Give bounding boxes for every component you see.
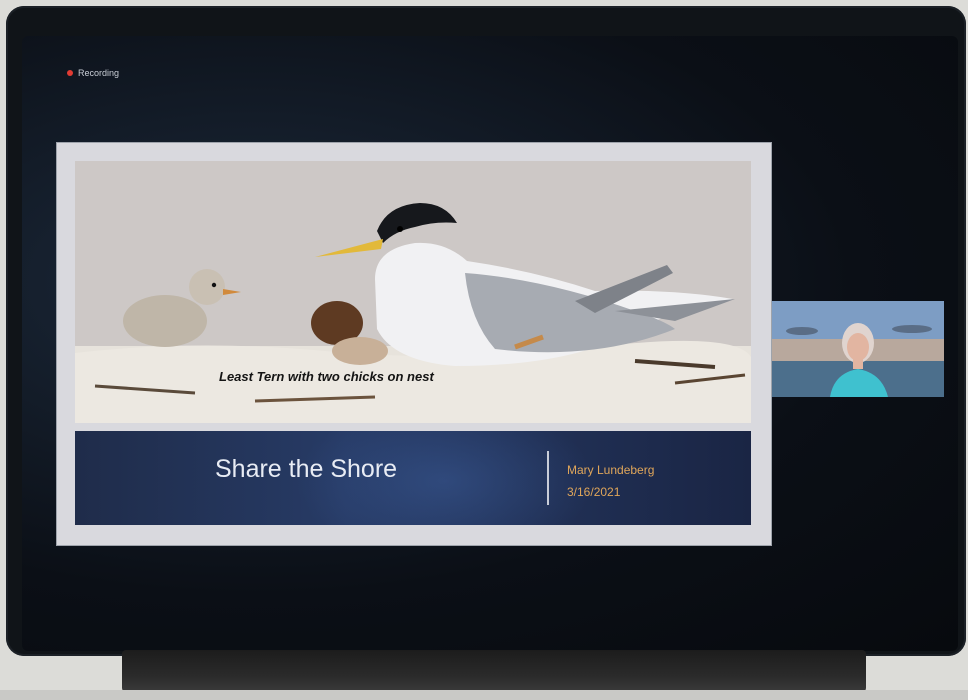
recording-indicator[interactable]: Recording bbox=[67, 68, 119, 78]
presenter-info: Mary Lundeberg 3/16/2021 bbox=[567, 459, 654, 503]
desk-surface bbox=[0, 690, 968, 700]
recording-dot-icon bbox=[67, 70, 73, 76]
participant-video-icon bbox=[772, 301, 944, 397]
meeting-screen: Recording Least Tern with two chicks on … bbox=[22, 36, 958, 651]
slide-photo: Least Tern with two chicks on nest bbox=[75, 161, 751, 423]
title-divider bbox=[547, 451, 549, 505]
photo-caption: Least Tern with two chicks on nest bbox=[219, 369, 434, 384]
laptop-bezel: Recording Least Tern with two chicks on … bbox=[6, 6, 966, 656]
slide-title: Share the Shore bbox=[215, 455, 398, 483]
presentation-date: 3/16/2021 bbox=[567, 485, 621, 499]
recording-label: Recording bbox=[78, 68, 120, 78]
title-band: Share the Shore Mary Lundeberg 3/16/2021 bbox=[75, 431, 751, 525]
presenter-name: Mary Lundeberg bbox=[567, 463, 655, 477]
shared-slide: Least Tern with two chicks on nest Share… bbox=[56, 142, 772, 546]
participant-video-tile[interactable] bbox=[772, 301, 944, 397]
laptop-stand bbox=[122, 650, 866, 692]
